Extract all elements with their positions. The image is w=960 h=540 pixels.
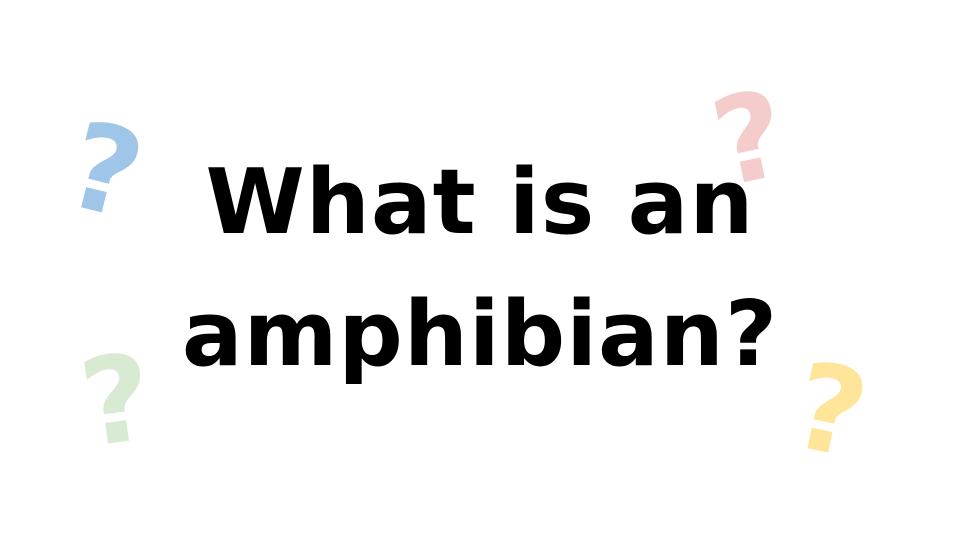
slide-title-line-2: amphibian?: [181, 282, 779, 387]
slide-canvas: ? ? ? ? What is an amphibian?: [0, 0, 960, 540]
slide-title-line-1: What is an: [205, 150, 755, 255]
